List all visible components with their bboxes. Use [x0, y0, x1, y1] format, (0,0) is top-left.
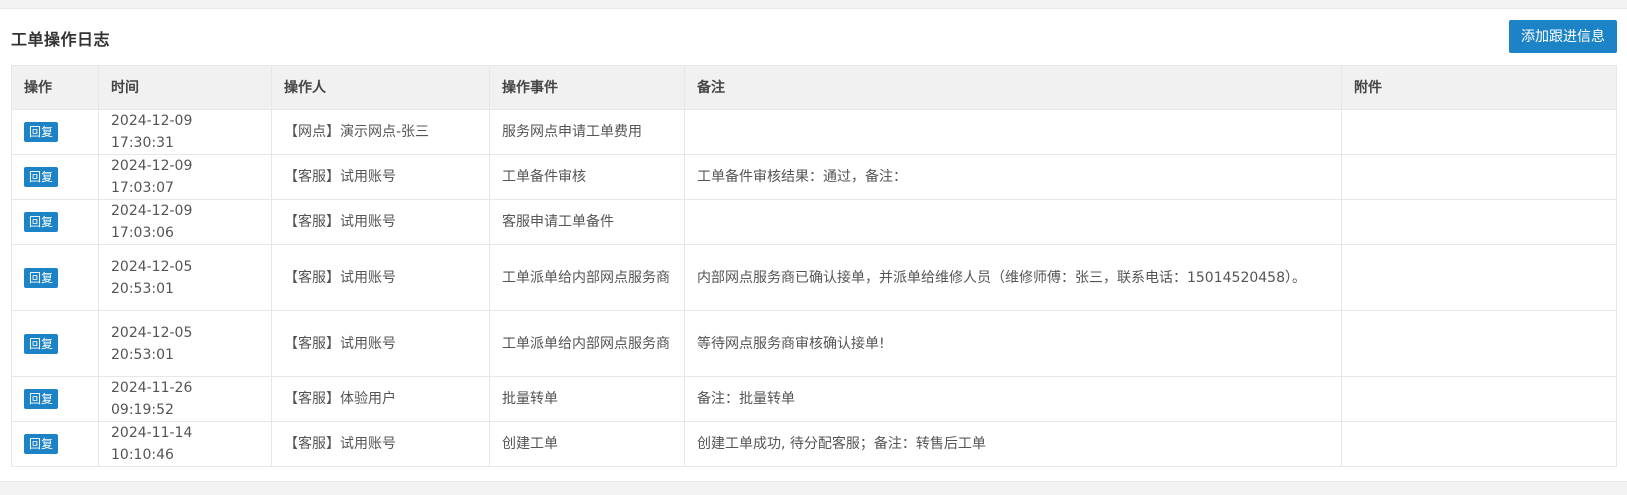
operation-log-table: 操作 时间 操作人 操作事件 备注 附件 回复 2024-12-09 17:30…: [11, 65, 1617, 467]
reply-button[interactable]: 回复: [24, 167, 59, 187]
table-row: 回复 2024-12-05 20:53:01 【客服】试用账号 工单派单给内部网…: [11, 244, 1617, 311]
remark-cell: 备注：批量转单: [684, 376, 1342, 422]
attachment-cell: [1341, 109, 1617, 155]
reply-button[interactable]: 回复: [24, 434, 59, 454]
operator-cell: 【客服】试用账号: [271, 244, 490, 311]
panel-header: 工单操作日志 添加跟进信息: [0, 9, 1627, 65]
action-cell: 回复: [11, 109, 99, 155]
panel-title: 工单操作日志: [11, 30, 111, 49]
event-cell: 服务网点申请工单费用: [489, 109, 685, 155]
time-cell: 2024-12-05 20:53:01: [98, 244, 272, 311]
table-header-row: 操作 时间 操作人 操作事件 备注 附件: [11, 65, 1617, 110]
reply-button[interactable]: 回复: [24, 122, 59, 142]
action-cell: 回复: [11, 199, 99, 245]
column-header-event: 操作事件: [489, 65, 685, 110]
action-cell: 回复: [11, 421, 99, 467]
table-row: 回复 2024-11-26 09:19:52 【客服】体验用户 批量转单 备注：…: [11, 376, 1617, 422]
event-cell: 工单派单给内部网点服务商: [489, 244, 685, 311]
work-order-log-panel: 工单操作日志 添加跟进信息 操作 时间 操作人 操作事件 备注 附件 回复 20…: [0, 8, 1627, 482]
event-cell: 批量转单: [489, 376, 685, 422]
table-row: 回复 2024-11-14 10:10:46 【客服】试用账号 创建工单 创建工…: [11, 421, 1617, 467]
time-cell: 2024-12-09 17:03:07: [98, 154, 272, 200]
remark-cell: 内部网点服务商已确认接单，并派单给维修人员（维修师傅：张三，联系电话：15014…: [684, 244, 1342, 311]
action-cell: 回复: [11, 244, 99, 311]
operator-cell: 【网点】演示网点-张三: [271, 109, 490, 155]
attachment-cell: [1341, 421, 1617, 467]
time-cell: 2024-12-09 17:03:06: [98, 199, 272, 245]
column-header-time: 时间: [98, 65, 272, 110]
attachment-cell: [1341, 376, 1617, 422]
remark-cell: 工单备件审核结果：通过，备注：: [684, 154, 1342, 200]
remark-cell: 等待网点服务商审核确认接单!: [684, 310, 1342, 377]
event-cell: 工单备件审核: [489, 154, 685, 200]
table-row: 回复 2024-12-09 17:30:31 【网点】演示网点-张三 服务网点申…: [11, 109, 1617, 155]
reply-button[interactable]: 回复: [24, 389, 59, 409]
remark-cell: [684, 109, 1342, 155]
event-cell: 客服申请工单备件: [489, 199, 685, 245]
reply-button[interactable]: 回复: [24, 333, 59, 354]
time-cell: 2024-11-14 10:10:46: [98, 421, 272, 467]
operator-cell: 【客服】试用账号: [271, 199, 490, 245]
table-row: 回复 2024-12-09 17:03:06 【客服】试用账号 客服申请工单备件: [11, 199, 1617, 245]
attachment-cell: [1341, 154, 1617, 200]
operator-cell: 【客服】体验用户: [271, 376, 490, 422]
remark-cell: [684, 199, 1342, 245]
time-cell: 2024-11-26 09:19:52: [98, 376, 272, 422]
action-cell: 回复: [11, 154, 99, 200]
operator-cell: 【客服】试用账号: [271, 421, 490, 467]
event-cell: 工单派单给内部网点服务商: [489, 310, 685, 377]
reply-button[interactable]: 回复: [24, 267, 59, 288]
time-cell: 2024-12-09 17:30:31: [98, 109, 272, 155]
column-header-attachment: 附件: [1341, 65, 1617, 110]
attachment-cell: [1341, 199, 1617, 245]
event-cell: 创建工单: [489, 421, 685, 467]
action-cell: 回复: [11, 376, 99, 422]
add-follow-up-button[interactable]: 添加跟进信息: [1509, 20, 1617, 53]
table-row: 回复 2024-12-09 17:03:07 【客服】试用账号 工单备件审核 工…: [11, 154, 1617, 200]
reply-button[interactable]: 回复: [24, 212, 59, 232]
remark-cell: 创建工单成功, 待分配客服；备注：转售后工单: [684, 421, 1342, 467]
attachment-cell: [1341, 310, 1617, 377]
time-cell: 2024-12-05 20:53:01: [98, 310, 272, 377]
table-row: 回复 2024-12-05 20:53:01 【客服】试用账号 工单派单给内部网…: [11, 310, 1617, 377]
column-header-action: 操作: [11, 65, 99, 110]
operator-cell: 【客服】试用账号: [271, 310, 490, 377]
column-header-remark: 备注: [684, 65, 1342, 110]
operator-cell: 【客服】试用账号: [271, 154, 490, 200]
attachment-cell: [1341, 244, 1617, 311]
action-cell: 回复: [11, 310, 99, 377]
column-header-operator: 操作人: [271, 65, 490, 110]
